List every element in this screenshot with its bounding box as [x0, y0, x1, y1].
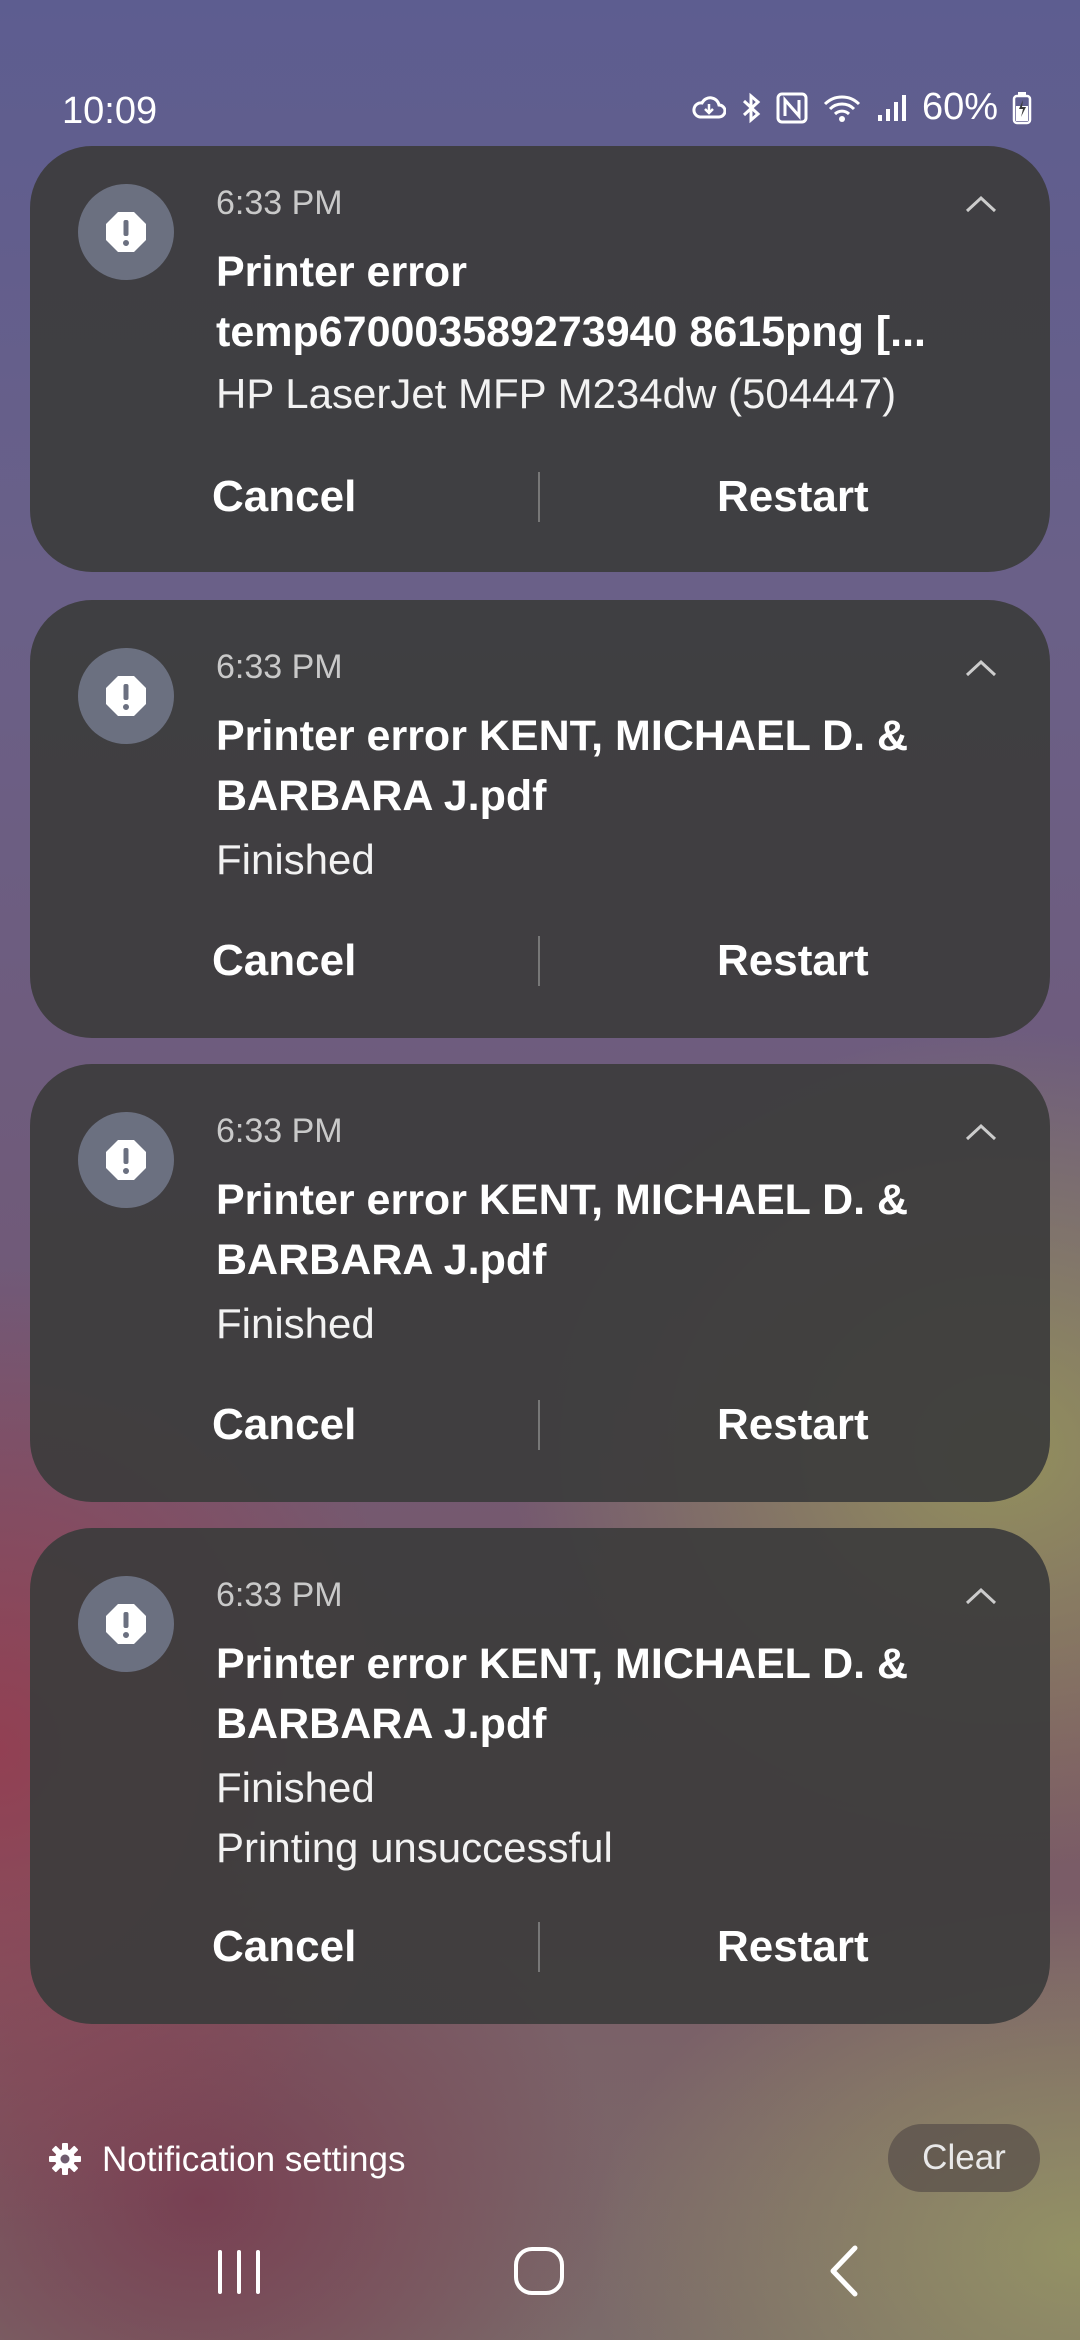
notification-title-line: Printer error KENT, MICHAEL D. &: [216, 712, 909, 760]
print-error-icon: [78, 1112, 174, 1208]
notification-card[interactable]: 6:33 PM Printer error temp67000358927394…: [30, 146, 1050, 572]
collapse-chevron-icon[interactable]: [964, 1122, 998, 1147]
collapse-chevron-icon[interactable]: [964, 194, 998, 219]
divider: [538, 1400, 540, 1450]
divider: [538, 1922, 540, 1972]
notification-actions: Cancel Restart: [30, 1390, 1050, 1460]
print-error-icon: [78, 648, 174, 744]
print-error-icon: [78, 1576, 174, 1672]
notification-title-line: BARBARA J.pdf: [216, 772, 547, 820]
notification-title-line: Printer error KENT, MICHAEL D. &: [216, 1176, 909, 1224]
status-bar: 10:09 60%: [0, 0, 1080, 140]
nfc-icon: [776, 92, 808, 124]
restart-button[interactable]: Restart: [717, 1390, 869, 1460]
notification-card[interactable]: 6:33 PM Printer error KENT, MICHAEL D. &…: [30, 1064, 1050, 1502]
notification-card[interactable]: 6:33 PM Printer error KENT, MICHAEL D. &…: [30, 600, 1050, 1038]
cloud-sync-icon: [692, 93, 726, 123]
gear-icon[interactable]: [48, 2142, 82, 2181]
cancel-button[interactable]: Cancel: [212, 1390, 356, 1460]
signal-icon: [876, 93, 908, 123]
notification-title-line: Printer error KENT, MICHAEL D. &: [216, 1640, 909, 1688]
notification-footer: Notification settings Clear: [0, 2124, 1080, 2196]
notification-title-line: Printer error: [216, 248, 467, 296]
notification-actions: Cancel Restart: [30, 1912, 1050, 1982]
notification-title-line: BARBARA J.pdf: [216, 1236, 547, 1284]
wifi-icon: [822, 93, 862, 123]
notification-actions: Cancel Restart: [30, 926, 1050, 996]
battery-icon: [1012, 91, 1032, 125]
notification-time: 6:33 PM: [216, 184, 343, 222]
notification-text: HP LaserJet MFP M234dw (504447): [216, 370, 897, 417]
notification-card[interactable]: 6:33 PM Printer error KENT, MICHAEL D. &…: [30, 1528, 1050, 2024]
notification-title-line: temp670003589273940 8615png [...: [216, 308, 926, 356]
notification-title: Printer error KENT, MICHAEL D. & BARBARA…: [216, 706, 1016, 826]
collapse-chevron-icon[interactable]: [964, 1586, 998, 1611]
back-icon[interactable]: [822, 2244, 866, 2303]
notification-title: Printer error KENT, MICHAEL D. & BARBARA…: [216, 1634, 1016, 1754]
notification-actions: Cancel Restart: [30, 462, 1050, 532]
restart-button[interactable]: Restart: [717, 926, 869, 996]
clear-button[interactable]: Clear: [888, 2124, 1040, 2192]
status-icons: 60%: [692, 86, 1032, 129]
notification-time: 6:33 PM: [216, 648, 343, 686]
divider: [538, 936, 540, 986]
navigation-bar: [0, 2220, 1080, 2340]
collapse-chevron-icon[interactable]: [964, 658, 998, 683]
status-time: 10:09: [62, 90, 158, 132]
cancel-button[interactable]: Cancel: [212, 1912, 356, 1982]
notification-title: Printer error KENT, MICHAEL D. & BARBARA…: [216, 1170, 1016, 1290]
restart-button[interactable]: Restart: [717, 1912, 869, 1982]
cancel-button[interactable]: Cancel: [212, 462, 356, 532]
cancel-button[interactable]: Cancel: [212, 926, 356, 996]
notification-title: Printer error temp670003589273940 8615pn…: [216, 242, 1016, 362]
divider: [538, 472, 540, 522]
notification-text: Finished: [216, 1300, 375, 1347]
notification-title-line: BARBARA J.pdf: [216, 1700, 547, 1748]
notification-text: Finished: [216, 1764, 375, 1811]
notification-text: Finished: [216, 836, 375, 883]
bluetooth-icon: [740, 92, 762, 124]
battery-percent: 60%: [921, 86, 998, 128]
recent-apps-icon[interactable]: [212, 2244, 266, 2303]
notification-settings-link[interactable]: Notification settings: [102, 2140, 405, 2180]
print-error-icon: [78, 184, 174, 280]
notification-time: 6:33 PM: [216, 1112, 343, 1150]
restart-button[interactable]: Restart: [717, 462, 869, 532]
notification-time: 6:33 PM: [216, 1576, 343, 1614]
home-icon[interactable]: [512, 2244, 568, 2303]
notification-text: Printing unsuccessful: [216, 1824, 613, 1871]
